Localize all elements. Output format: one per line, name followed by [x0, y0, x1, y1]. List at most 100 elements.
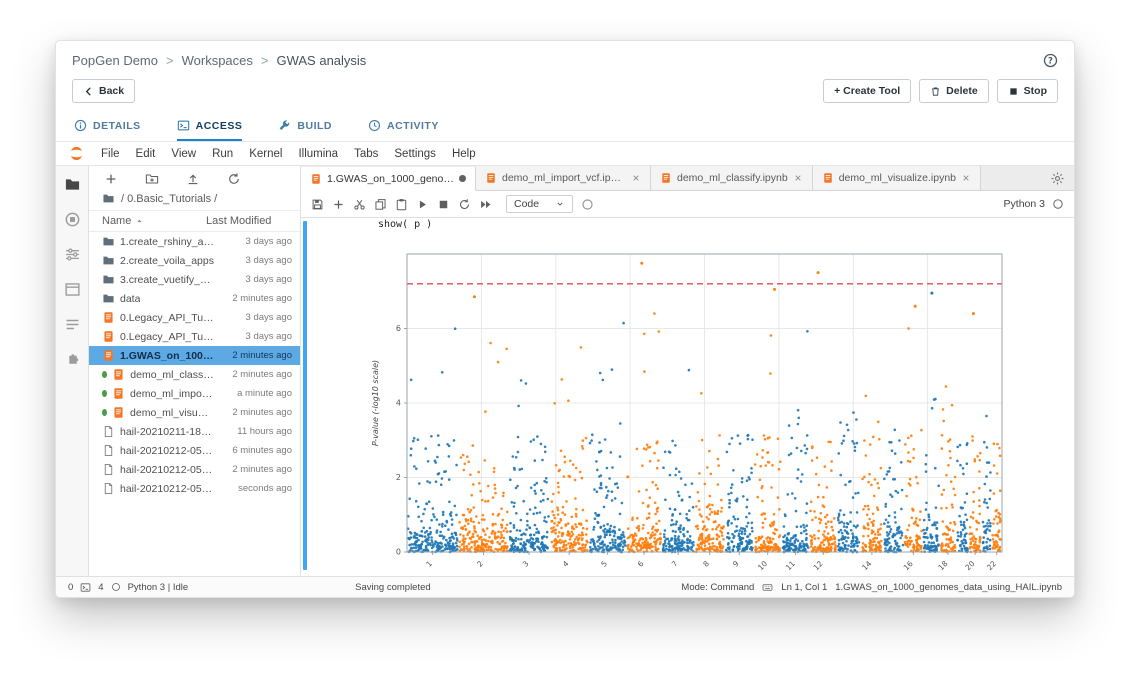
close-icon[interactable] — [793, 173, 803, 183]
mode-indicator[interactable]: Mode: Command — [681, 582, 754, 593]
wrench-icon — [278, 119, 291, 132]
paste-cells-button[interactable] — [395, 198, 408, 211]
menu-settings[interactable]: Settings — [386, 148, 444, 160]
sidebar-commands-icon[interactable] — [64, 246, 81, 263]
sort-caret-icon — [135, 217, 144, 226]
svg-text:6: 6 — [636, 559, 646, 569]
create-tool-button[interactable]: + Create Tool — [823, 79, 911, 103]
code-cell-text[interactable]: show( p ) — [367, 219, 1074, 232]
file-modified: seconds ago — [214, 483, 292, 494]
file-name-cell: hail-20210212-0514-0... — [102, 482, 214, 495]
file-name: hail-20210212-0514-0... — [120, 483, 214, 495]
menu-tabs[interactable]: Tabs — [346, 148, 386, 160]
file-row[interactable]: 1.create_rshiny_apps3 days ago — [89, 232, 300, 251]
file-row[interactable]: hail-20210212-0513-0...2 minutes ago — [89, 460, 300, 479]
save-button[interactable] — [311, 198, 324, 211]
doc-tab-3[interactable]: demo_ml_classify.ipynb — [651, 166, 813, 190]
sidebar-table-of-contents-icon[interactable] — [64, 316, 81, 333]
restart-button[interactable] — [458, 198, 471, 211]
tab-activity[interactable]: ACTIVITY — [368, 112, 439, 141]
breadcrumb-separator: > — [166, 53, 174, 68]
cut-cells-button[interactable] — [353, 198, 366, 211]
copy-cells-button[interactable] — [374, 198, 387, 211]
breadcrumb-item-popgen-demo[interactable]: PopGen Demo — [72, 53, 158, 68]
run-button[interactable] — [416, 198, 429, 211]
doc-tab-2[interactable]: demo_ml_import_vcf.ipynb — [476, 166, 651, 190]
back-label: Back — [99, 85, 124, 97]
refresh-button[interactable] — [227, 172, 241, 186]
column-header-name[interactable]: Name — [102, 215, 206, 227]
kernel-status-text[interactable]: Python 3 | Idle — [128, 582, 189, 593]
file-name-cell: 3.create_vuetify_apps — [102, 273, 214, 286]
file-name-cell: demo_ml_visualize.ipynb — [102, 406, 214, 419]
tab-access[interactable]: ACCESS — [177, 112, 243, 141]
new-launcher-button[interactable] — [104, 172, 118, 186]
close-icon[interactable] — [961, 173, 971, 183]
menu-illumina[interactable]: Illumina — [290, 148, 346, 160]
menu-file[interactable]: File — [93, 148, 128, 160]
file-row[interactable]: data2 minutes ago — [89, 289, 300, 308]
file-row[interactable]: 0.Legacy_API_Tutorial_...3 days ago — [89, 327, 300, 346]
add-cell-button[interactable] — [332, 198, 345, 211]
stop-button[interactable]: Stop — [997, 79, 1058, 103]
doc-tab-label: demo_ml_import_vcf.ipynb — [502, 172, 626, 184]
menu-help[interactable]: Help — [444, 148, 484, 160]
upload-button[interactable] — [186, 172, 200, 186]
sidebar-open-tabs-icon[interactable] — [64, 281, 81, 298]
file-name: demo_ml_classify.ipynb — [130, 369, 214, 381]
file-row[interactable]: 1.GWAS_on_1000_geno...2 minutes ago — [89, 346, 300, 365]
doc-tab-1[interactable]: 1.GWAS_on_1000_genomes — [301, 167, 476, 191]
file-row[interactable]: 2.create_voila_apps3 days ago — [89, 251, 300, 270]
folder-icon — [102, 273, 115, 286]
kernel-count[interactable]: 4 — [98, 582, 103, 593]
new-folder-button[interactable] — [145, 172, 159, 186]
file-name: hail-20210212-0510-0... — [120, 445, 214, 457]
tab-details[interactable]: DETAILS — [74, 112, 141, 141]
file-modified: 3 days ago — [214, 331, 292, 342]
file-modified: 3 days ago — [214, 274, 292, 285]
kernel-name[interactable]: Python 3 — [1004, 198, 1045, 210]
interrupt-button[interactable] — [437, 198, 450, 211]
file-row[interactable]: 3.create_vuetify_apps3 days ago — [89, 270, 300, 289]
menu-edit[interactable]: Edit — [128, 148, 164, 160]
file-row[interactable]: hail-20210212-0510-0...6 minutes ago — [89, 441, 300, 460]
tab-label: DETAILS — [93, 120, 141, 132]
terminal-count[interactable]: 0 — [68, 582, 73, 593]
file-row[interactable]: demo_ml_import_vcf.ip...a minute ago — [89, 384, 300, 403]
svg-text:?: ? — [1048, 55, 1053, 65]
doc-tab-4[interactable]: demo_ml_visualize.ipynb — [813, 166, 981, 190]
jupyter-logo-icon — [68, 145, 85, 162]
file-name: 1.GWAS_on_1000_geno... — [120, 350, 214, 362]
run-all-button[interactable] — [479, 198, 492, 211]
doc-tab-label: 1.GWAS_on_1000_genomes — [327, 173, 454, 185]
help-icon[interactable]: ? — [1043, 53, 1058, 68]
column-header-modified[interactable]: Last Modified — [206, 215, 292, 227]
close-icon[interactable] — [631, 173, 641, 183]
settings-gear-icon[interactable] — [1050, 171, 1065, 186]
notebook-scroll-area[interactable]: show( p ) 12345678910111214161820220246P… — [301, 218, 1074, 576]
sidebar-extensions-icon[interactable] — [64, 351, 81, 368]
cell-type-select[interactable]: Code — [506, 195, 573, 213]
file-breadcrumb[interactable]: / 0.Basic_Tutorials / — [89, 190, 300, 211]
svg-text:1: 1 — [424, 559, 434, 569]
file-row[interactable]: 0.Legacy_API_Tutorial_...3 days ago — [89, 308, 300, 327]
delete-button[interactable]: Delete — [919, 79, 989, 103]
menu-kernel[interactable]: Kernel — [241, 148, 290, 160]
file-row[interactable]: hail-20210212-0514-0...seconds ago — [89, 479, 300, 498]
menu-run[interactable]: Run — [204, 148, 241, 160]
file-row[interactable]: demo_ml_visualize.ipynb2 minutes ago — [89, 403, 300, 422]
cursor-position[interactable]: Ln 1, Col 1 — [781, 582, 827, 593]
tab-build[interactable]: BUILD — [278, 112, 332, 141]
breadcrumb-item-workspaces[interactable]: Workspaces — [182, 53, 253, 68]
file-row[interactable]: demo_ml_classify.ipynb2 minutes ago — [89, 365, 300, 384]
sidebar-file-browser-icon[interactable] — [64, 176, 81, 193]
menu-view[interactable]: View — [163, 148, 204, 160]
cell-type-value: Code — [514, 198, 539, 210]
back-button[interactable]: Back — [72, 79, 135, 103]
file-row[interactable]: hail-20210211-1803-0...11 hours ago — [89, 422, 300, 441]
status-bar-right: Mode: Command Ln 1, Col 1 1.GWAS_on_1000… — [681, 582, 1062, 593]
active-filename: 1.GWAS_on_1000_genomes_data_using_HAIL.i… — [835, 582, 1062, 593]
file-modified: 3 days ago — [214, 236, 292, 247]
sidebar-running-sessions-icon[interactable] — [64, 211, 81, 228]
file-name-cell: 1.GWAS_on_1000_geno... — [102, 349, 214, 362]
